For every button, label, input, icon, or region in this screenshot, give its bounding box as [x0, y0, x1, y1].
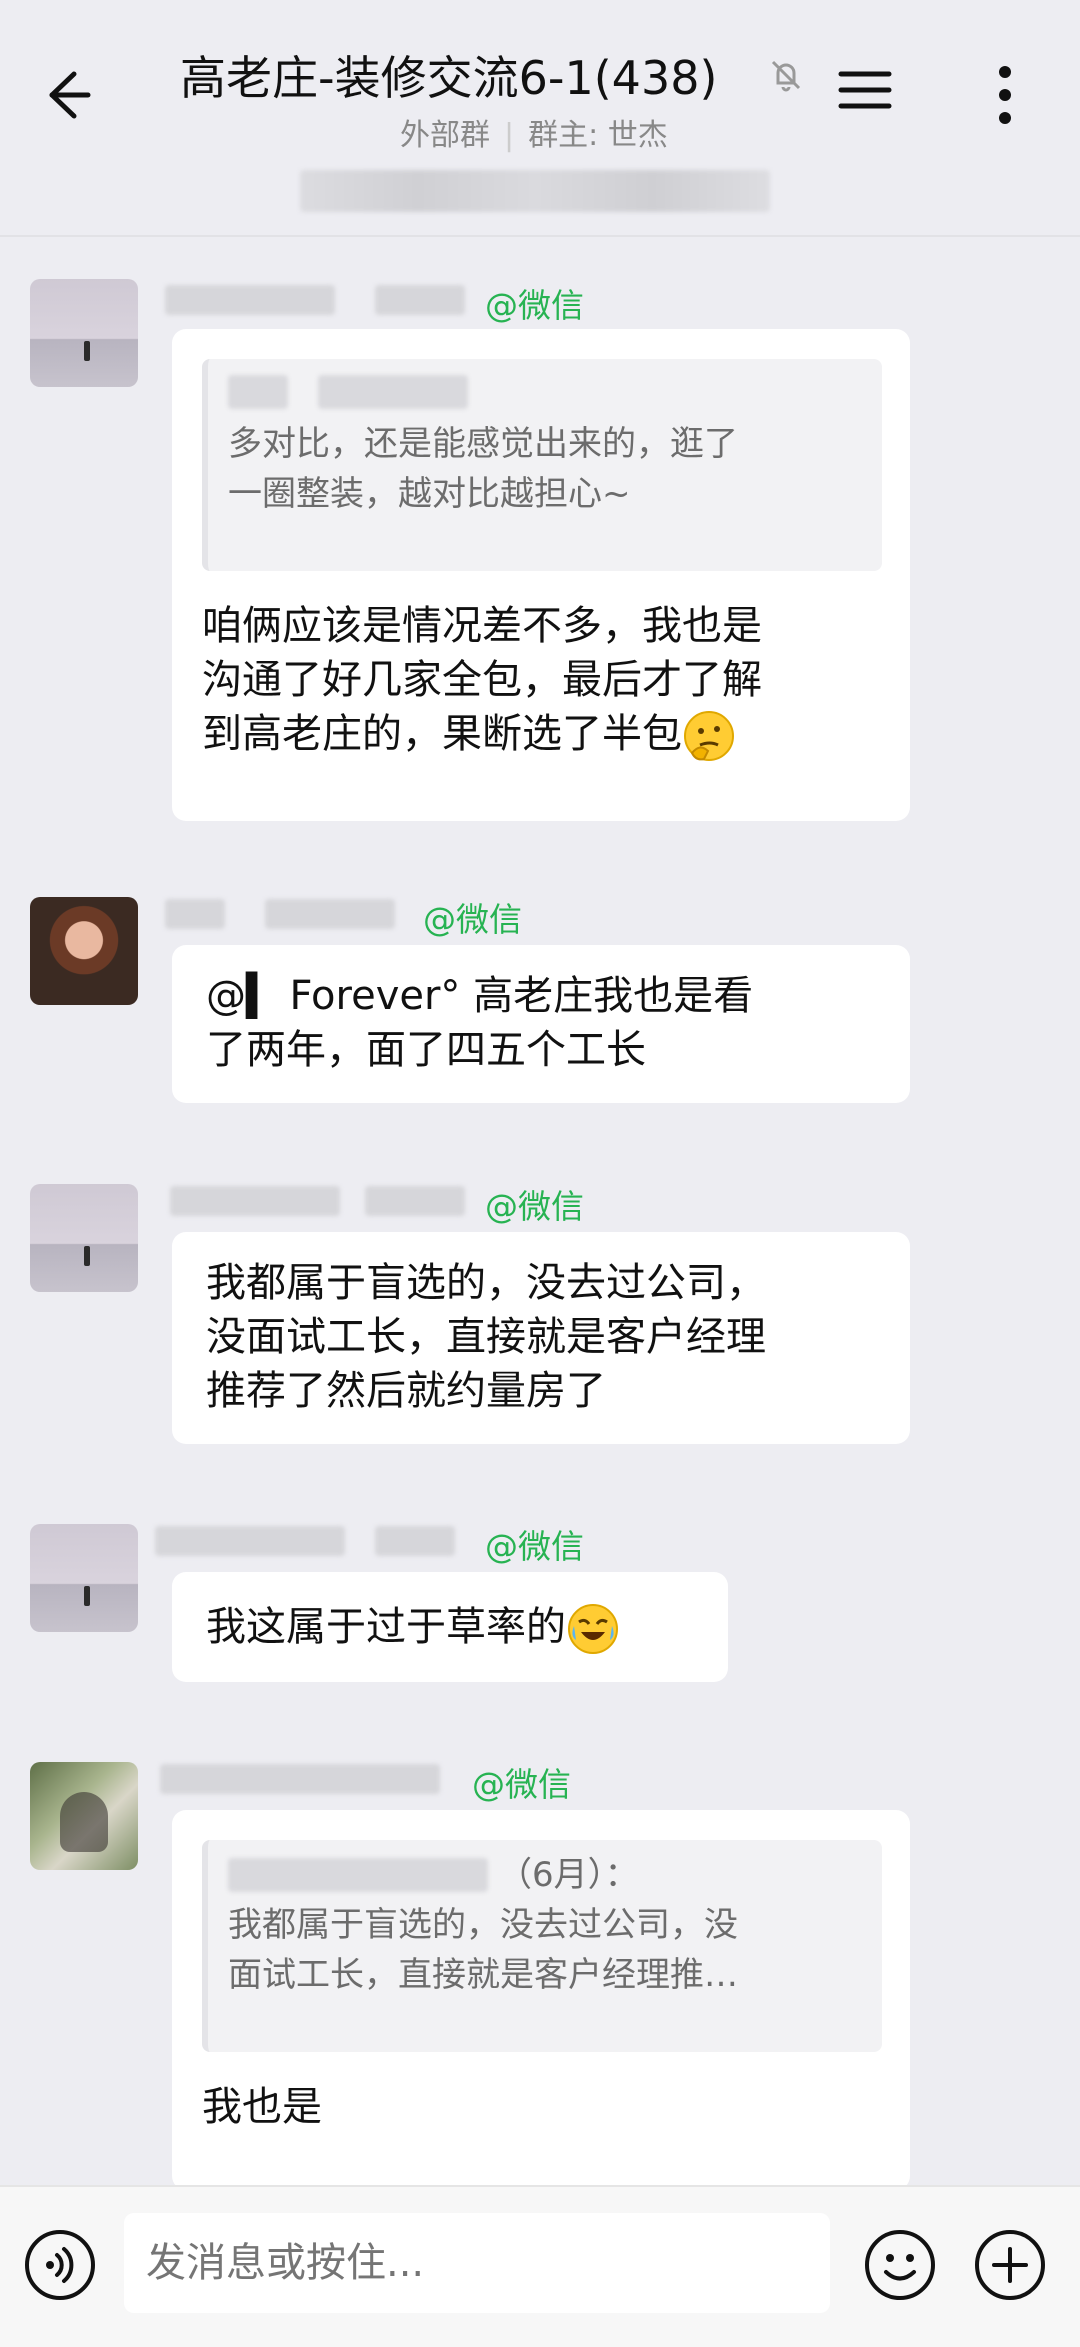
thinking-face-icon	[684, 711, 734, 761]
input-bar	[0, 2185, 1080, 2347]
message-text: 沟通了好几家全包，最后才了解	[202, 657, 762, 703]
external-group-label: 外部群	[400, 118, 490, 153]
quote-line: 面试工长，直接就是客户经理推…	[228, 1955, 738, 1995]
menu-icon[interactable]	[835, 60, 895, 120]
quote-line: 多对比，还是能感觉出来的，逛了	[228, 424, 738, 464]
sender-name: @微信	[150, 1520, 710, 1566]
message-text: 没面试工长，直接就是客户经理	[206, 1314, 766, 1360]
subtitle-separator: |	[504, 118, 515, 153]
mute-bell-icon	[771, 60, 801, 92]
sender-name: @微信	[165, 279, 725, 325]
sender-name: @微信	[165, 893, 665, 939]
message-bubble[interactable]: 我都属于盲选的，没去过公司， 没面试工长，直接就是客户经理 推荐了然后就约量房了	[172, 1232, 910, 1444]
message-text: 高老庄我也是看	[473, 973, 754, 1019]
message-text: 推荐了然后就约量房了	[206, 1368, 606, 1414]
message-text: 咱俩应该是情况差不多，我也是	[202, 603, 762, 649]
wechat-tag: @微信	[485, 1187, 584, 1226]
quoted-message[interactable]: （6月）： 我都属于盲选的，没去过公司，没 面试工长，直接就是客户经理推…	[202, 1840, 882, 2052]
sender-name: @微信	[165, 1180, 725, 1226]
message-text: 我都属于盲选的，没去过公司，	[206, 1260, 766, 1306]
message-text: 我也是	[202, 2084, 322, 2130]
voice-input-icon[interactable]	[22, 2227, 98, 2303]
chat-header: 高老庄-装修交流6-1(438) 外部群 | 群主: 世杰	[0, 0, 1080, 237]
group-subtitle: 外部群 | 群主: 世杰	[400, 110, 668, 154]
avatar[interactable]	[30, 897, 138, 1005]
group-owner-label: 群主: 世杰	[528, 118, 668, 153]
quote-line: 一圈整装，越对比越担心~	[228, 474, 631, 514]
back-arrow-icon[interactable]	[30, 60, 100, 130]
message-text: 了两年，面了四五个工长	[206, 1027, 646, 1073]
message-bubble[interactable]: 多对比，还是能感觉出来的，逛了 一圈整装，越对比越担心~ 咱俩应该是情况差不多，…	[172, 329, 910, 821]
message-bubble[interactable]: 我这属于过于草率的	[172, 1572, 728, 1682]
avatar[interactable]	[30, 1524, 138, 1632]
wechat-tag: @微信	[423, 900, 522, 939]
message-text: 我这属于过于草率的	[206, 1604, 566, 1650]
blurred-notice	[300, 170, 770, 212]
more-options-icon[interactable]	[980, 60, 1030, 130]
group-title: 高老庄-装修交流6-1(438)	[180, 51, 718, 105]
mention[interactable]: @▍ Forever°	[206, 973, 460, 1019]
quote-header: （6月）：	[498, 1855, 639, 1895]
wechat-tag: @微信	[485, 1527, 584, 1566]
wechat-tag: @微信	[485, 286, 584, 325]
plus-icon[interactable]	[972, 2227, 1048, 2303]
quoted-message[interactable]: 多对比，还是能感觉出来的，逛了 一圈整装，越对比越担心~	[202, 359, 882, 571]
avatar[interactable]	[30, 279, 138, 387]
avatar[interactable]	[30, 1762, 138, 1870]
message-text: 到高老庄的，果断选了半包	[202, 711, 682, 757]
rolling-laughing-face-icon	[568, 1604, 618, 1654]
message-input[interactable]	[124, 2213, 830, 2313]
wechat-tag: @微信	[472, 1765, 571, 1804]
emoji-icon[interactable]	[862, 2227, 938, 2303]
message-bubble[interactable]: （6月）： 我都属于盲选的，没去过公司，没 面试工长，直接就是客户经理推… 我也…	[172, 1810, 910, 2190]
avatar[interactable]	[30, 1184, 138, 1292]
quote-line: 我都属于盲选的，没去过公司，没	[228, 1905, 738, 1945]
message-bubble[interactable]: @▍ Forever° 高老庄我也是看 了两年，面了四五个工长	[172, 945, 910, 1103]
sender-name: @微信	[160, 1758, 720, 1804]
